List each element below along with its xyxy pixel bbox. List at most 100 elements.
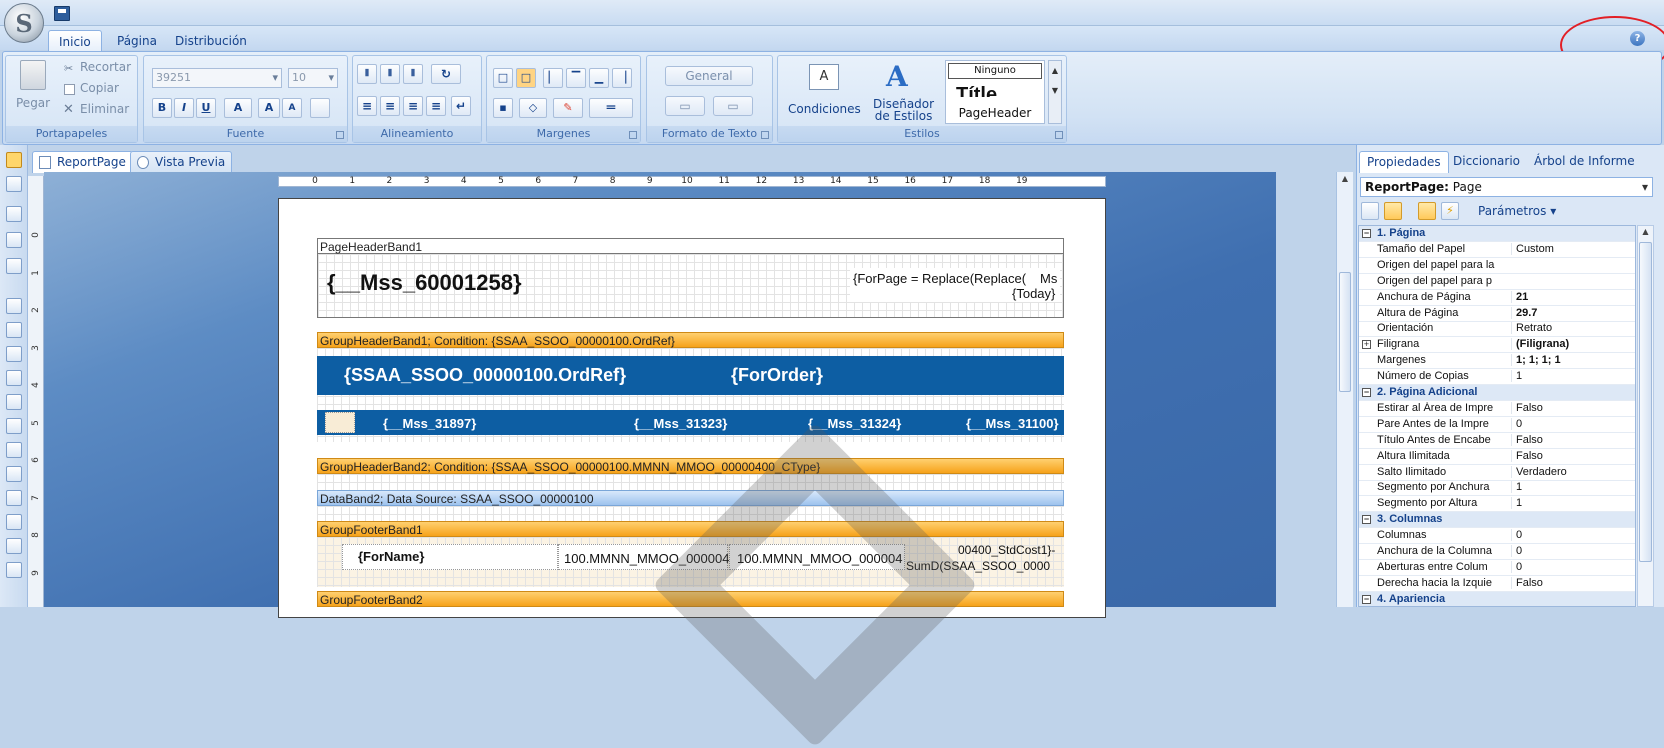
property-row[interactable]: Número de Copias 1 — [1359, 369, 1635, 386]
property-row[interactable]: Altura de Página 29.7 — [1359, 306, 1635, 322]
align-center-icon[interactable]: ≡ — [380, 96, 400, 116]
align-left-icon[interactable]: ≡ — [357, 96, 377, 116]
property-row[interactable]: Orientación Retrato — [1359, 321, 1635, 338]
property-value[interactable]: 0 — [1511, 529, 1635, 542]
format-number-icon[interactable]: ▭ — [713, 96, 753, 116]
collapse-icon[interactable]: − — [1362, 515, 1371, 525]
property-row[interactable]: Segmento por Anchura 1 — [1359, 480, 1635, 497]
tab-diccionario[interactable]: Diccionario — [1446, 151, 1527, 173]
group-header-band-2-title[interactable]: GroupHeaderBand2; Condition: {SSAA_SSOO_… — [317, 458, 1064, 474]
property-value[interactable]: 0 — [1511, 560, 1635, 573]
cut-button[interactable]: Recortar — [80, 60, 131, 74]
styles-gallery-scroll[interactable]: ▲ ▼ — [1048, 60, 1062, 124]
collapse-icon[interactable]: − — [1362, 388, 1371, 397]
application-menu-button[interactable]: S — [4, 3, 44, 43]
property-value[interactable]: 1; 1; 1; 1 — [1511, 354, 1635, 367]
column-field[interactable]: {__Mss_31100} — [966, 416, 1059, 431]
property-row[interactable]: Anchura de Página 21 — [1359, 290, 1635, 306]
font-size-combo[interactable]: 10 — [288, 68, 338, 88]
image-tool-icon[interactable] — [6, 346, 22, 362]
property-row[interactable]: Aberturas entre Colum 0 — [1359, 560, 1635, 576]
copy-button[interactable]: Copiar — [80, 81, 119, 95]
object-selector[interactable]: ReportPage: Page — [1360, 177, 1653, 197]
property-value[interactable]: 0 — [1511, 545, 1635, 557]
band-tool-icon[interactable] — [6, 206, 22, 222]
align-right-icon[interactable]: ≡ — [403, 96, 423, 116]
property-value[interactable]: Verdadero — [1511, 465, 1635, 478]
style-item[interactable]: Títle — [956, 83, 997, 97]
border-all-icon[interactable]: □ — [493, 68, 513, 88]
property-row[interactable]: Columnas 0 — [1359, 528, 1635, 545]
page-header-band-title[interactable]: PageHeaderBand1 — [317, 238, 1064, 254]
shadow-icon[interactable]: ▪ — [493, 98, 513, 118]
property-row[interactable]: Tamaño del Papel Custom — [1359, 242, 1635, 258]
style-item[interactable]: Ninguno — [948, 63, 1042, 79]
scroll-thumb[interactable] — [1639, 242, 1652, 562]
title-field[interactable]: {__Mss_60001258} — [327, 270, 522, 296]
tab-inicio[interactable]: Inicio — [48, 30, 102, 52]
property-value[interactable]: Falso — [1511, 401, 1635, 414]
property-row[interactable]: Margenes 1; 1; 1; 1 — [1359, 353, 1635, 370]
format-general-combo[interactable]: General — [665, 66, 753, 86]
property-grid-scrollbar[interactable]: ▲ — [1637, 225, 1654, 607]
border-right-icon[interactable]: ▕ — [612, 68, 632, 88]
tab-propiedades[interactable]: Propiedades — [1359, 151, 1449, 173]
property-value[interactable]: 1 — [1511, 497, 1635, 510]
ordref-field[interactable]: {SSAA_SSOO_00000100.OrdRef} — [344, 365, 626, 386]
property-row[interactable]: Salto Ilimitado Verdadero — [1359, 465, 1635, 481]
rotate-icon[interactable]: ↻ — [431, 64, 461, 84]
fill-color-icon[interactable]: ◇ — [519, 98, 547, 118]
property-category[interactable]: −1. Página — [1359, 226, 1635, 242]
group-footer-band-1-title[interactable]: GroupFooterBand1 — [317, 521, 1064, 537]
property-row[interactable]: Estirar al Área de Impre Falso — [1359, 401, 1635, 417]
property-category[interactable]: −3. Columnas — [1359, 512, 1635, 529]
shrink-font-button[interactable]: A — [282, 98, 302, 118]
property-grid[interactable]: −1. Página Tamaño del Papel Custom Origen d… — [1358, 225, 1636, 607]
align-middle-icon[interactable]: ⦀ — [380, 64, 400, 84]
delete-button[interactable]: Eliminar — [80, 102, 129, 116]
property-row[interactable]: Título Antes de Encabe Falso — [1359, 433, 1635, 449]
pointer-tool-icon[interactable] — [6, 152, 22, 168]
styles-gallery[interactable]: Ninguno Títle PageHeader — [945, 60, 1045, 124]
bold-button[interactable]: B — [152, 98, 172, 118]
tab-distribucion[interactable]: Distribución — [165, 30, 257, 52]
rectangle-tool-icon[interactable] — [6, 442, 22, 458]
footer-cell[interactable]: 00400_StdCost1}- — [958, 543, 1055, 557]
border-none-icon[interactable]: □ — [516, 68, 536, 88]
scroll-up-icon[interactable]: ▲ — [1339, 174, 1351, 186]
picture-tool-icon[interactable] — [6, 514, 22, 530]
border-style-icon[interactable]: ═ — [589, 98, 633, 118]
property-value[interactable]: Falso — [1511, 449, 1635, 462]
zip-code-tool-icon[interactable] — [6, 538, 22, 554]
collapse-icon[interactable]: − — [1362, 594, 1371, 604]
pan-tool-icon[interactable] — [6, 176, 22, 192]
property-row[interactable]: Anchura de la Columna 0 — [1359, 544, 1635, 560]
scroll-up-icon[interactable]: ▲ — [1639, 227, 1652, 239]
property-value[interactable]: 0 — [1511, 417, 1635, 430]
data-band-2-area[interactable] — [317, 506, 1064, 522]
property-row[interactable]: + Filigrana (Filigrana) — [1359, 337, 1635, 354]
dialog-launcher-icon[interactable] — [761, 131, 769, 139]
property-row[interactable]: Origen del papel para p — [1359, 274, 1635, 290]
collapse-icon[interactable]: − — [1362, 229, 1371, 238]
property-category[interactable]: −4. Apariencia — [1359, 591, 1635, 606]
border-bottom-icon[interactable]: ▁ — [589, 68, 609, 88]
dialog-launcher-icon[interactable] — [629, 131, 637, 139]
style-designer-button[interactable]: Diseñador de Estilos — [873, 98, 934, 122]
property-value[interactable]: 21 — [1511, 290, 1635, 303]
sort-az-icon[interactable] — [1361, 202, 1379, 220]
property-value[interactable]: Falso — [1511, 433, 1635, 446]
dialog-launcher-icon[interactable] — [1055, 131, 1063, 139]
border-top-icon[interactable]: ▔ — [566, 68, 586, 88]
tab-vista-previa[interactable]: Vista Previa — [130, 151, 233, 173]
property-value[interactable]: 1 — [1511, 481, 1635, 494]
font-name-combo[interactable]: 39251 — [152, 68, 282, 88]
property-category[interactable]: −2. Página Adicional — [1359, 385, 1635, 401]
grow-font-button[interactable]: A — [258, 98, 280, 118]
save-icon[interactable] — [54, 6, 70, 21]
shape-tool-icon[interactable] — [6, 394, 22, 410]
property-value[interactable]: Custom — [1511, 242, 1635, 255]
italic-button[interactable]: I — [174, 98, 194, 118]
column-field[interactable]: {__Mss_31897} — [383, 416, 476, 431]
property-row[interactable]: Segmento por Altura 1 — [1359, 496, 1635, 513]
